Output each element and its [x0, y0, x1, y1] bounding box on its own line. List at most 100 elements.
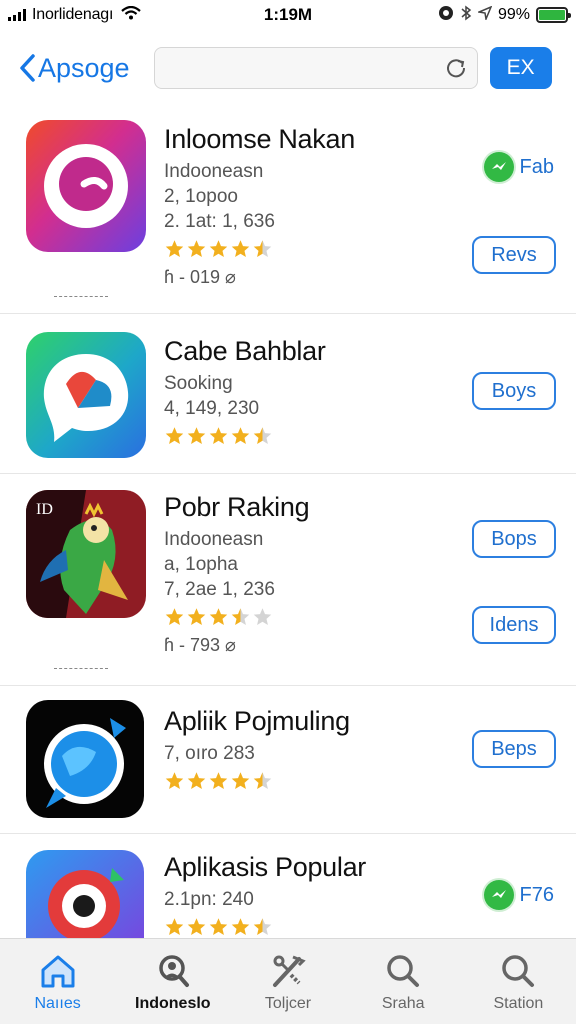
blue-planet-icon[interactable] — [26, 700, 144, 818]
star-icon — [187, 772, 206, 789]
app-size: ɦ - 019 ⌀ — [164, 267, 236, 287]
app-name[interactable]: Inloomse Nakan — [164, 124, 355, 155]
tab-home[interactable]: Naııes — [0, 939, 115, 1024]
status-bar: Inorlidenagı 1:19M 99% — [0, 0, 576, 30]
battery-percentage: 99% — [497, 6, 530, 23]
focus-icon — [438, 5, 454, 26]
divider — [54, 668, 108, 669]
chat-bubble-icon[interactable] — [26, 332, 146, 458]
star-icon — [209, 608, 228, 625]
bluetooth-icon — [460, 5, 472, 26]
star-icon — [253, 608, 272, 625]
carrier-name: Inorlidenagı — [32, 6, 114, 23]
list-item[interactable]: Aplikasis Popular 2.1pn: 240 F76 — [0, 834, 576, 954]
star-icon — [231, 427, 250, 444]
app-reviews: 2. 1at: 1, 636 — [164, 211, 275, 232]
back-button[interactable]: Apsoge — [18, 53, 130, 84]
app-category: Sooking — [164, 373, 233, 394]
list-item[interactable]: Inloomse Nakan Indooneasn 2, 1opoo 2. 1a… — [0, 106, 576, 314]
tab-label: Indoneslo — [135, 995, 211, 1012]
star-icon — [209, 918, 228, 935]
tools-icon — [273, 955, 306, 987]
star-icon — [187, 240, 206, 257]
star-icon — [231, 772, 250, 789]
star-icon — [165, 772, 184, 789]
search-icon — [387, 955, 420, 987]
app-name[interactable]: Pobr Raking — [164, 492, 310, 523]
ex-button[interactable]: EX — [489, 47, 552, 89]
list-item[interactable]: Cabe Bahblar Sooking 4, 149, 230 Boys — [0, 314, 576, 474]
message-button[interactable]: F76 — [483, 880, 554, 910]
message-button-label: F76 — [519, 883, 554, 906]
get-button[interactable]: Revs — [472, 236, 556, 274]
circle-logo-icon[interactable] — [26, 120, 146, 252]
star-rating — [164, 771, 350, 791]
star-icon — [253, 772, 272, 789]
star-icon — [231, 608, 250, 625]
get-button[interactable]: Bops — [472, 520, 556, 558]
star-icon — [187, 918, 206, 935]
app-name[interactable]: Cabe Bahblar — [164, 336, 326, 367]
search-input[interactable] — [153, 47, 478, 89]
app-name[interactable]: Apliik Pojmuling — [164, 706, 350, 737]
star-icon — [209, 772, 228, 789]
tab-search[interactable]: Sraha — [346, 939, 461, 1024]
star-icon — [209, 240, 228, 257]
battery-icon — [536, 7, 571, 23]
star-icon — [187, 427, 206, 444]
search-icon — [502, 955, 535, 987]
divider — [54, 296, 108, 297]
svg-text:ID: ID — [36, 501, 53, 518]
app-downloads: 4, 149, 230 — [164, 398, 260, 419]
star-icon — [253, 240, 272, 257]
navigation-bar: Apsoge EX — [0, 38, 576, 98]
star-icon — [165, 240, 184, 257]
star-rating — [164, 426, 326, 446]
messenger-icon — [483, 152, 514, 182]
star-rating — [164, 917, 366, 937]
app-list: Inloomse Nakan Indooneasn 2, 1opoo 2. 1a… — [0, 106, 576, 954]
tab-label: Station — [493, 995, 544, 1012]
home-icon — [41, 955, 75, 988]
chevron-left-icon — [20, 54, 35, 82]
star-rating — [164, 607, 309, 627]
star-icon — [165, 918, 184, 935]
app-downloads: 2.1pn: 240 — [164, 889, 254, 910]
list-item[interactable]: Apliik Pojmuling 7, oıro 283 Beps — [0, 686, 576, 834]
bird-character-icon[interactable]: ID — [26, 490, 146, 618]
secondary-button[interactable]: Idens — [472, 606, 556, 644]
app-category: Indooneasn — [164, 529, 264, 550]
messenger-icon — [483, 880, 514, 910]
tab-label: Naııes — [34, 995, 81, 1012]
tab-station[interactable]: Station — [461, 939, 576, 1024]
star-icon — [165, 608, 184, 625]
get-button[interactable]: Beps — [472, 730, 556, 768]
tab-indonesia[interactable]: Indoneslo — [115, 939, 230, 1024]
message-button[interactable]: Fab — [483, 152, 554, 182]
star-icon — [253, 427, 272, 444]
app-size: ɦ - 793 ⌀ — [164, 635, 236, 655]
app-category: Indooneasn — [164, 161, 264, 182]
message-button-label: Fab — [519, 155, 554, 178]
tab-tools[interactable]: Toljcer — [230, 939, 345, 1024]
app-name[interactable]: Aplikasis Popular — [164, 852, 366, 883]
star-rating — [164, 239, 355, 259]
location-icon — [476, 5, 493, 25]
tab-label: Toljcer — [264, 995, 312, 1012]
person-search-icon — [159, 955, 189, 987]
list-item[interactable]: ID Pobr Raking Indooneasn a, 1opha 7, 2a… — [0, 474, 576, 686]
app-downloads: a, 1opha — [164, 554, 238, 575]
wifi-icon — [121, 5, 141, 25]
star-icon — [165, 427, 184, 444]
app-downloads: 7, oıro 283 — [164, 743, 255, 764]
app-reviews: 7, 2ae 1, 236 — [164, 579, 275, 600]
signal-icon — [8, 9, 26, 21]
get-button[interactable]: Boys — [472, 372, 556, 410]
star-icon — [231, 918, 250, 935]
star-icon — [231, 240, 250, 257]
refresh-icon[interactable] — [445, 57, 467, 84]
back-label: Apsoge — [38, 52, 130, 83]
tab-bar: Naııes Indoneslo Toljcer Sraha Station — [0, 938, 576, 1024]
tab-label: Sraha — [381, 995, 425, 1012]
star-icon — [253, 918, 272, 935]
